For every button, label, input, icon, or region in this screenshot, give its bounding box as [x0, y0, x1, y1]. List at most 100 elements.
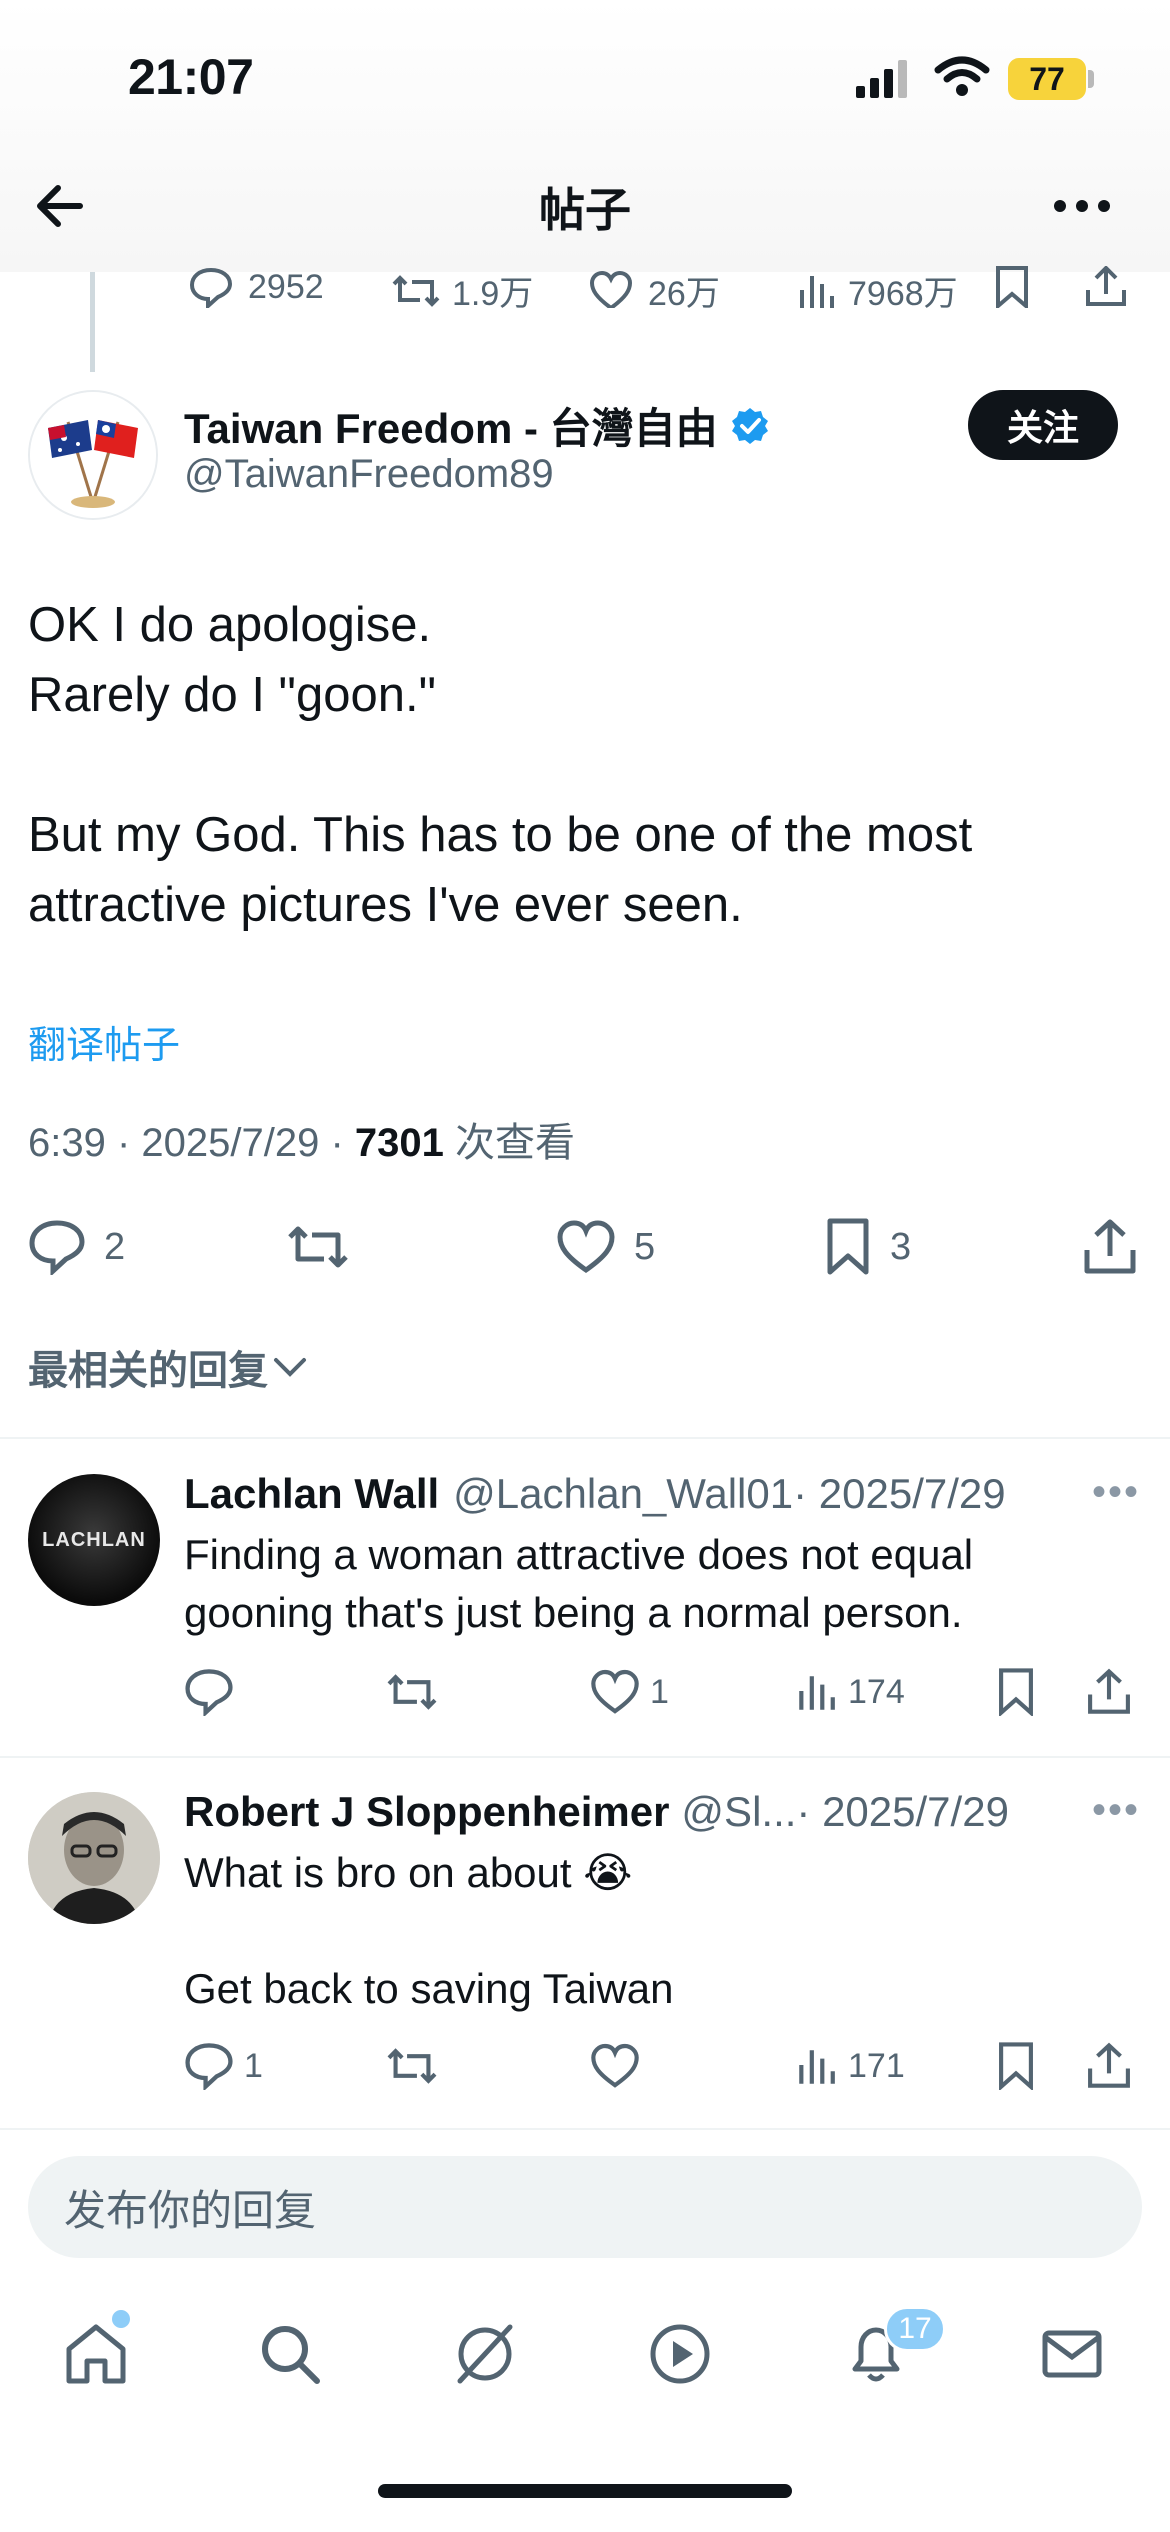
author-name-text[interactable]: Taiwan Freedom - 台灣自由 [184, 395, 718, 456]
post-views-label: 次查看 [443, 1121, 576, 1165]
bookmark-icon [999, 2042, 1033, 2090]
play-icon [650, 2324, 710, 2384]
parent-views-stat[interactable]: 7968万 [796, 266, 958, 308]
battery-tip [1088, 70, 1094, 88]
post-views-count: 7301 [354, 1121, 444, 1165]
battery-indicator: 77 [1008, 58, 1086, 100]
reply-action-row: 1 174 [184, 1662, 1144, 1722]
more-options-icon[interactable] [1052, 196, 1112, 216]
notifications-badge: 17 [884, 2306, 946, 2352]
parent-reply-stat[interactable]: 2952 [188, 266, 324, 308]
views-icon [799, 2050, 835, 2084]
divider [0, 2128, 1170, 2130]
reply-bookmark-action[interactable] [996, 1662, 1036, 1722]
bottom-tab-bar [0, 2292, 1170, 2462]
heart-icon [557, 1220, 615, 1274]
flags-icon [30, 392, 156, 518]
reply-date: · 2025/7/29 [793, 1470, 1006, 1517]
home-icon [66, 2324, 126, 2384]
reply-share-action[interactable] [1086, 1662, 1132, 1722]
video-tab[interactable] [640, 2314, 720, 2394]
share-icon [1088, 2042, 1130, 2088]
parent-share-icon[interactable] [1084, 266, 1128, 308]
repost-icon [387, 2048, 437, 2084]
reply-date: · 2025/7/29 [796, 1788, 1009, 1835]
thread-line [90, 272, 95, 372]
reply-action[interactable]: 2 [28, 1212, 125, 1282]
reply-avatar-text: LACHLAN [42, 1528, 146, 1551]
post-action-row: 2 5 3 [28, 1212, 1144, 1282]
heart-icon [591, 2043, 639, 2088]
grok-tab[interactable] [445, 2314, 525, 2394]
home-indicator [378, 2484, 792, 2498]
author-avatar[interactable] [28, 390, 158, 520]
bookmark-action[interactable]: 3 [824, 1212, 911, 1282]
reply-sort-dropdown[interactable]: 最相关的回复 [28, 1338, 308, 1396]
reply-author-name[interactable]: Robert J Sloppenheimer [184, 1788, 669, 1836]
author-name[interactable]: Taiwan Freedom - 台灣自由 [184, 395, 770, 456]
reply-icon [185, 2043, 233, 2090]
translate-post-link[interactable]: 翻译帖子 [28, 1014, 180, 1069]
reply-bookmark-action[interactable] [996, 2036, 1036, 2096]
reply-more-icon[interactable]: ••• [1092, 1788, 1140, 1833]
post-text: OK I do apologise. Rarely do I "goon." B… [28, 598, 973, 932]
parent-bookmark-icon[interactable] [992, 266, 1032, 308]
reply-author-name[interactable]: Lachlan Wall [184, 1470, 439, 1518]
reply-header: Robert J Sloppenheimer @Sl... · 2025/7/2… [184, 1788, 1009, 1836]
chevron-down-icon [272, 1354, 308, 1380]
reply-icon [185, 1669, 233, 1716]
parent-repost-stat[interactable]: 1.9万 [390, 266, 533, 308]
portrait-icon [28, 1792, 160, 1924]
cellular-signal-icon [856, 60, 912, 98]
divider [0, 1756, 1170, 1758]
follow-button[interactable]: 关注 [968, 390, 1118, 460]
status-time: 21:07 [128, 49, 254, 105]
reply-author-handle[interactable]: @Lachlan_Wall01 [453, 1470, 793, 1518]
grok-icon [457, 2324, 513, 2384]
reply-author-handle[interactable]: @Sl... [681, 1788, 796, 1836]
divider [0, 1437, 1170, 1439]
reply-reply-action[interactable]: 1 [184, 2036, 263, 2096]
like-action[interactable]: 5 [556, 1212, 655, 1282]
verified-badge-icon [730, 406, 770, 446]
post-timestamp: 6:39 · 2025/7/29 · [28, 1121, 355, 1165]
wifi-icon [934, 56, 990, 98]
reply-avatar[interactable]: LACHLAN [28, 1474, 160, 1606]
views-icon [799, 1676, 835, 1710]
bookmark-icon [999, 1668, 1033, 1716]
share-icon [1084, 1219, 1136, 1274]
post-meta: 6:39 · 2025/7/29 · 7301 次查看 [28, 1110, 575, 1168]
reply-text: Finding a woman attractive does not equa… [184, 1531, 974, 1636]
repost-icon [387, 1674, 437, 1710]
reply-text: What is bro on about 😭 Get back to savin… [184, 1849, 674, 2012]
reply-like-action[interactable]: 1 [590, 1662, 669, 1722]
reply-reply-action[interactable] [184, 1662, 244, 1722]
share-action[interactable] [1082, 1212, 1138, 1282]
author-handle[interactable]: @TaiwanFreedom89 [184, 452, 554, 497]
sort-label: 最相关的回复 [28, 1349, 268, 1393]
reply-avatar[interactable] [28, 1792, 160, 1924]
parent-stats-row: 2952 1.9万 26万 7968万 [180, 266, 1140, 308]
share-icon [1088, 1668, 1130, 1714]
reply-views-action[interactable]: 174 [794, 1662, 905, 1722]
reply-action-row: 1 171 [184, 2036, 1144, 2096]
heart-icon [591, 1669, 639, 1714]
reply-repost-action[interactable] [384, 1662, 440, 1722]
repost-action[interactable] [284, 1212, 352, 1282]
search-icon [262, 2326, 320, 2384]
bookmark-icon [827, 1218, 869, 1275]
reply-views-action[interactable]: 171 [794, 2036, 905, 2096]
parent-like-stat[interactable]: 26万 [588, 266, 720, 308]
reply-header: Lachlan Wall @Lachlan_Wall01 · 2025/7/29 [184, 1470, 1006, 1518]
reply-more-icon[interactable]: ••• [1092, 1470, 1140, 1515]
reply-repost-action[interactable] [384, 2036, 440, 2096]
page-title: 帖子 [539, 184, 631, 236]
mail-icon [1042, 2330, 1102, 2378]
reply-icon [29, 1220, 85, 1275]
reply-share-action[interactable] [1086, 2036, 1132, 2096]
reply-composer-input[interactable]: 发布你的回复 [28, 2156, 1142, 2258]
messages-tab[interactable] [1032, 2314, 1112, 2394]
repost-icon [288, 1226, 348, 1268]
search-tab[interactable] [250, 2314, 330, 2394]
reply-like-action[interactable] [590, 2036, 650, 2096]
